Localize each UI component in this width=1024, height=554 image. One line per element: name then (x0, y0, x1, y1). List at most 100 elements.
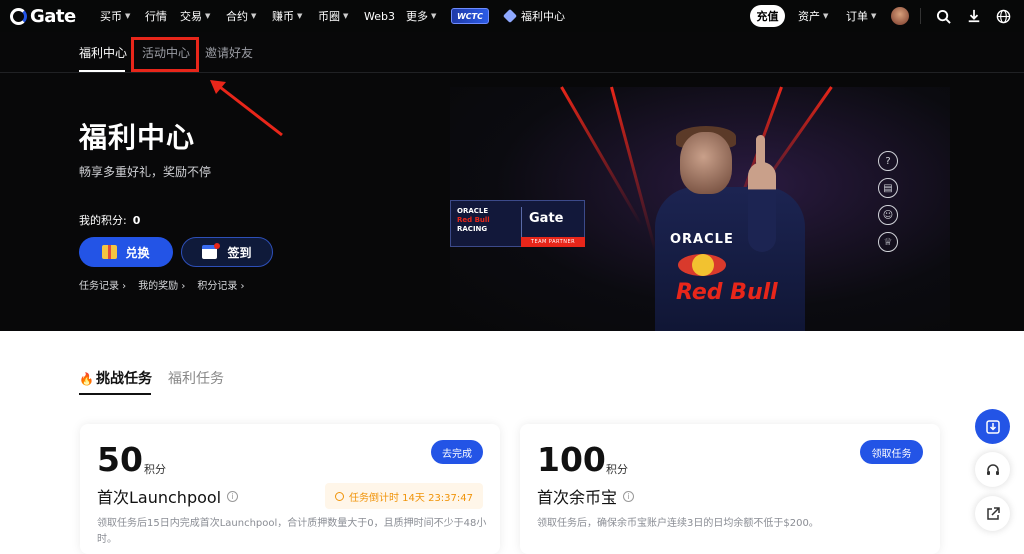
countdown-timer: 任务倒计时 14天 23:37:47 (325, 483, 483, 509)
task-records-link[interactable]: 任务记录 › (79, 277, 126, 292)
search-icon[interactable] (934, 7, 952, 25)
nav-label: 福利中心 (521, 10, 565, 23)
partner-oracle: ORACLE (457, 207, 489, 215)
complete-button[interactable]: 去完成 (431, 440, 483, 464)
nav-futures[interactable]: 合约 ▼ (226, 0, 272, 32)
assets-menu[interactable]: 资产 ▼ (798, 0, 828, 32)
card-title: 首次余币宝 i (537, 484, 635, 508)
card-description: 领取任务后，确保余币宝账户连续3日的日均余额不低于$200。 (537, 518, 819, 529)
support-button[interactable] (975, 452, 1010, 487)
nav-markets[interactable]: 行情 (145, 0, 180, 32)
download-app-button[interactable] (975, 409, 1010, 444)
partner-separator (521, 207, 522, 237)
redeem-label: 兑换 (125, 245, 150, 260)
badge-icon[interactable]: ☺ (878, 205, 898, 225)
suit-oracle-text: ORACLE (670, 232, 734, 247)
orders-label: 订单 (846, 10, 868, 23)
tab-label: 挑战任务 (95, 371, 152, 387)
card-description: 领取任务后15日内完成首次Launchpool，合计质押数量大于0，且质押时间不… (97, 518, 487, 545)
nav-square[interactable]: 币圈 ▼ (318, 0, 364, 32)
red-bull-sun (692, 254, 714, 276)
gift-icon (102, 245, 118, 259)
partner-badge: ORACLE Red Bull RACING Gate TEAM PARTNER (450, 200, 585, 247)
clock-icon (335, 491, 344, 501)
points-value: 0 (132, 214, 141, 227)
chevron-down-icon: ▼ (431, 12, 437, 20)
my-rewards-link[interactable]: 我的奖励 › (138, 277, 185, 292)
calendar-icon (202, 243, 221, 259)
share-button[interactable] (975, 496, 1010, 531)
page-title: 福利中心 (79, 121, 196, 154)
chevron-down-icon: ▼ (251, 12, 257, 20)
partner-gate: Gate (529, 211, 564, 226)
card-points-unit: 积分 (606, 463, 628, 476)
record-links: 任务记录 › 我的奖励 › 积分记录 › (79, 277, 245, 292)
page-subtitle: 畅享多重好礼，奖励不停 (79, 165, 212, 179)
chevron-down-icon: ▼ (297, 12, 303, 20)
fire-icon: 🔥 (79, 372, 94, 386)
assets-label: 资产 (798, 10, 820, 23)
tab-challenge-tasks[interactable]: 🔥 挑战任务 (79, 368, 152, 388)
partner-redbull: Red Bull (457, 216, 490, 224)
nav-earn[interactable]: 赚币 ▼ (272, 0, 318, 32)
orders-menu[interactable]: 订单 ▼ (846, 0, 876, 32)
chevron-down-icon: ▼ (823, 12, 829, 20)
points-records-link[interactable]: 积分记录 › (197, 277, 244, 292)
nav-label: Web3 (364, 9, 395, 23)
chevron-down-icon: ▼ (871, 12, 877, 20)
logo-text: Gate (30, 5, 76, 27)
partner-tag: TEAM PARTNER (521, 237, 585, 247)
nav-trade[interactable]: 交易 ▼ (180, 0, 226, 32)
cube-icon (502, 8, 518, 24)
highlight-box (131, 37, 199, 72)
avatar[interactable] (891, 7, 909, 25)
headset-icon (986, 463, 999, 475)
card-title: 首次Launchpool i (97, 484, 239, 508)
external-link-icon (986, 506, 1000, 520)
nav-label: 合约 (226, 10, 248, 23)
chevron-down-icon: ▼ (125, 12, 131, 20)
driver-arm (748, 162, 776, 252)
driver-head (680, 132, 732, 194)
chevron-down-icon: ▼ (343, 12, 349, 20)
card-points-unit: 积分 (144, 463, 166, 476)
download-icon (985, 419, 1000, 434)
chevron-down-icon: ▼ (205, 12, 211, 20)
info-icon[interactable]: i (623, 490, 635, 502)
nav-more[interactable]: 更多 ▼ (406, 0, 451, 32)
nav-label: 行情 (145, 10, 167, 23)
top-navbar: Gate 买币 ▼ 行情 交易 ▼ 合约 ▼ 赚币 ▼ 币圈 ▼ Web3 更多 ▼ WCT… (0, 0, 1024, 32)
tab-invite-friends[interactable]: 邀请好友 (205, 44, 253, 61)
tab-welfare-tasks[interactable]: 福利任务 (168, 368, 224, 388)
nav-buy-crypto[interactable]: 买币 ▼ (100, 0, 145, 32)
nav-label: 买币 (100, 10, 122, 23)
main-nav: 买币 ▼ 行情 交易 ▼ 合约 ▼ 赚币 ▼ 币圈 ▼ Web3 更多 ▼ WCTC 福利中… (100, 0, 565, 32)
card-points: 100 (537, 440, 606, 479)
tab-welfare-center[interactable]: 福利中心 (79, 44, 127, 61)
globe-icon[interactable] (994, 7, 1012, 25)
nav-welfare-center[interactable]: 福利中心 (502, 0, 565, 32)
suit-redbull-text: Red Bull (676, 280, 778, 305)
nav-label: 币圈 (318, 10, 340, 23)
divider (920, 8, 921, 24)
partner-racing: RACING (457, 225, 488, 233)
download-icon[interactable] (965, 7, 983, 25)
help-icon[interactable]: ? (878, 151, 898, 171)
nav-wctc[interactable]: WCTC (451, 0, 505, 32)
card-points: 50 (97, 440, 143, 479)
ticket-icon[interactable]: ▤ (878, 178, 898, 198)
gate-logo[interactable]: Gate (10, 5, 76, 27)
trophy-icon[interactable]: ♕ (878, 232, 898, 252)
driver-body (655, 187, 805, 331)
points-label: 我的积分: (79, 214, 127, 227)
wctc-badge: WCTC (451, 8, 489, 24)
nav-label: 赚币 (272, 10, 294, 23)
claim-task-button[interactable]: 领取任务 (860, 440, 923, 464)
redeem-button[interactable]: 兑换 (79, 237, 173, 267)
checkin-button[interactable]: 签到 (181, 237, 273, 267)
gate-logo-icon (10, 7, 27, 25)
nav-web3[interactable]: Web3 (364, 0, 406, 32)
info-icon[interactable]: i (227, 490, 239, 502)
hero-section: 福利中心 活动中心 邀请好友 ORACLE Red Bull ORACLE Re… (0, 32, 1024, 331)
deposit-button[interactable]: 充值 (750, 5, 785, 27)
